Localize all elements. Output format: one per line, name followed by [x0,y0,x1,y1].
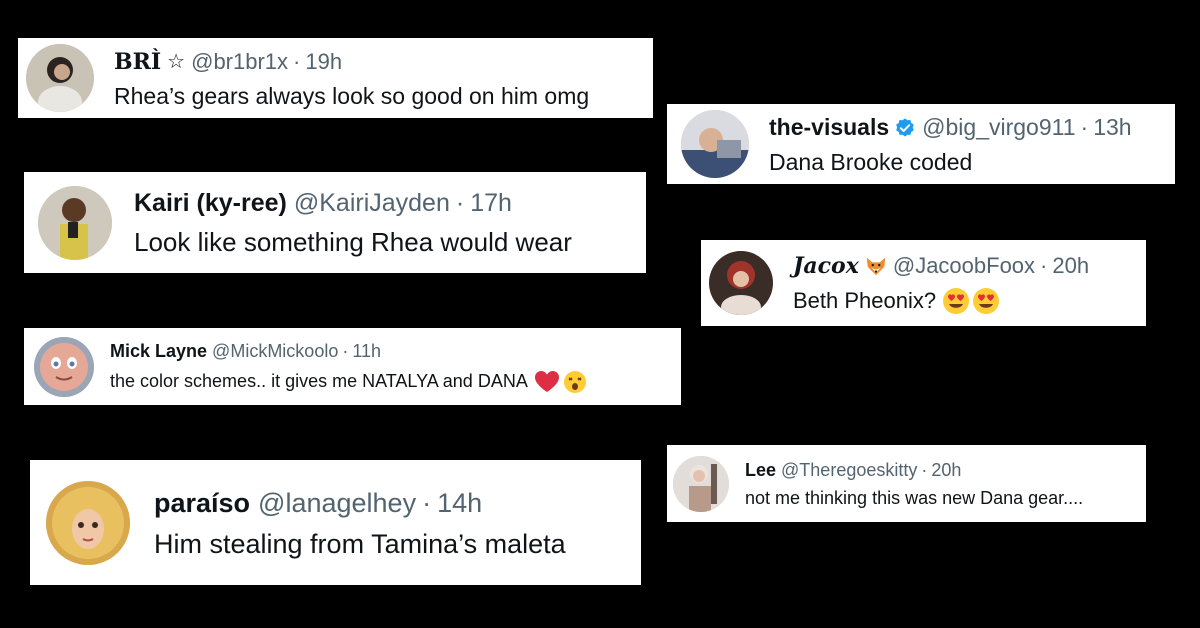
separator: · [455,189,465,217]
tweet-text: Look like something Rhea would wear [134,226,572,257]
separator: · [921,459,928,480]
timestamp[interactable]: 20h [1052,253,1089,279]
tweet-card[interactable]: Mick Layne @MickMickoolo · 11h the color… [24,328,681,405]
tweet-card[interactable]: BRÌ ☆ @br1br1x · 19h Rhea’s gears always… [18,38,653,118]
username[interactable]: @Theregoeskitty [781,460,917,481]
username[interactable]: @KairiJayden [294,189,450,218]
tweet-text: Him stealing from Tamina’s maleta [154,529,566,559]
fox-emoji-icon [865,255,887,277]
separator: · [342,341,349,361]
avatar[interactable] [34,336,94,397]
tweet-text: Dana Brooke coded [769,148,973,175]
timestamp[interactable]: 17h [470,189,512,218]
display-name[interactable]: Lee [745,460,776,481]
display-name[interactable]: Mick Layne [110,341,207,362]
tweet-card[interactable]: the-visuals @big_virgo911 · 13h Dana Bro… [667,104,1175,184]
username[interactable]: @JacoobFoox [893,253,1035,279]
tweet-text: Rhea’s gears always look so good on him … [114,82,590,109]
separator: · [422,487,432,518]
astonished-emoji-icon [563,370,587,394]
display-name[interactable]: Kairi (ky-ree) [134,189,287,218]
timestamp[interactable]: 11h [352,341,381,362]
tweet-card[interactable]: Lee @Theregoeskitty · 20h not me thinkin… [667,445,1146,522]
tweet-card[interactable]: Kairi (ky-ree) @KairiJayden · 17h Look l… [24,172,646,273]
avatar[interactable] [46,480,130,565]
username[interactable]: @big_virgo911 [922,114,1075,141]
timestamp[interactable]: 13h [1093,114,1131,141]
avatar[interactable] [26,44,94,112]
timestamp[interactable]: 20h [931,460,961,481]
separator: · [293,48,301,74]
heart-eyes-emoji-icon [942,287,970,315]
display-name[interactable]: the-visuals [769,114,889,141]
separator: · [1040,253,1048,278]
timestamp[interactable]: 14h [437,488,482,519]
tweet-card[interactable]: Jacox @JacoobFoox · 20h Beth Pheonix? [701,240,1146,326]
separator: · [1080,114,1089,140]
username[interactable]: @lanagelhey [258,488,416,519]
username[interactable]: @MickMickoolo [212,341,338,362]
avatar[interactable] [38,185,112,260]
display-name[interactable]: BRÌ [114,49,161,75]
heart-eyes-emoji-icon [972,287,1000,315]
username[interactable]: @br1br1x [191,49,288,75]
red-heart-emoji-icon [534,370,560,394]
display-name[interactable]: paraíso [154,488,250,519]
tweet-text: Beth Pheonix? [793,288,937,313]
avatar[interactable] [673,455,729,512]
avatar[interactable] [709,251,773,315]
verified-badge-icon [894,117,916,139]
tweet-text: the color schemes.. it gives me NATALYA … [110,371,528,391]
star-icon: ☆ [167,51,186,73]
display-name[interactable]: Jacox [793,253,859,279]
tweet-text: not me thinking this was new Dana gear..… [745,488,1084,508]
timestamp[interactable]: 19h [305,49,342,75]
avatar[interactable] [681,110,749,178]
tweet-card[interactable]: paraíso @lanagelhey · 14h Him stealing f… [30,460,641,585]
